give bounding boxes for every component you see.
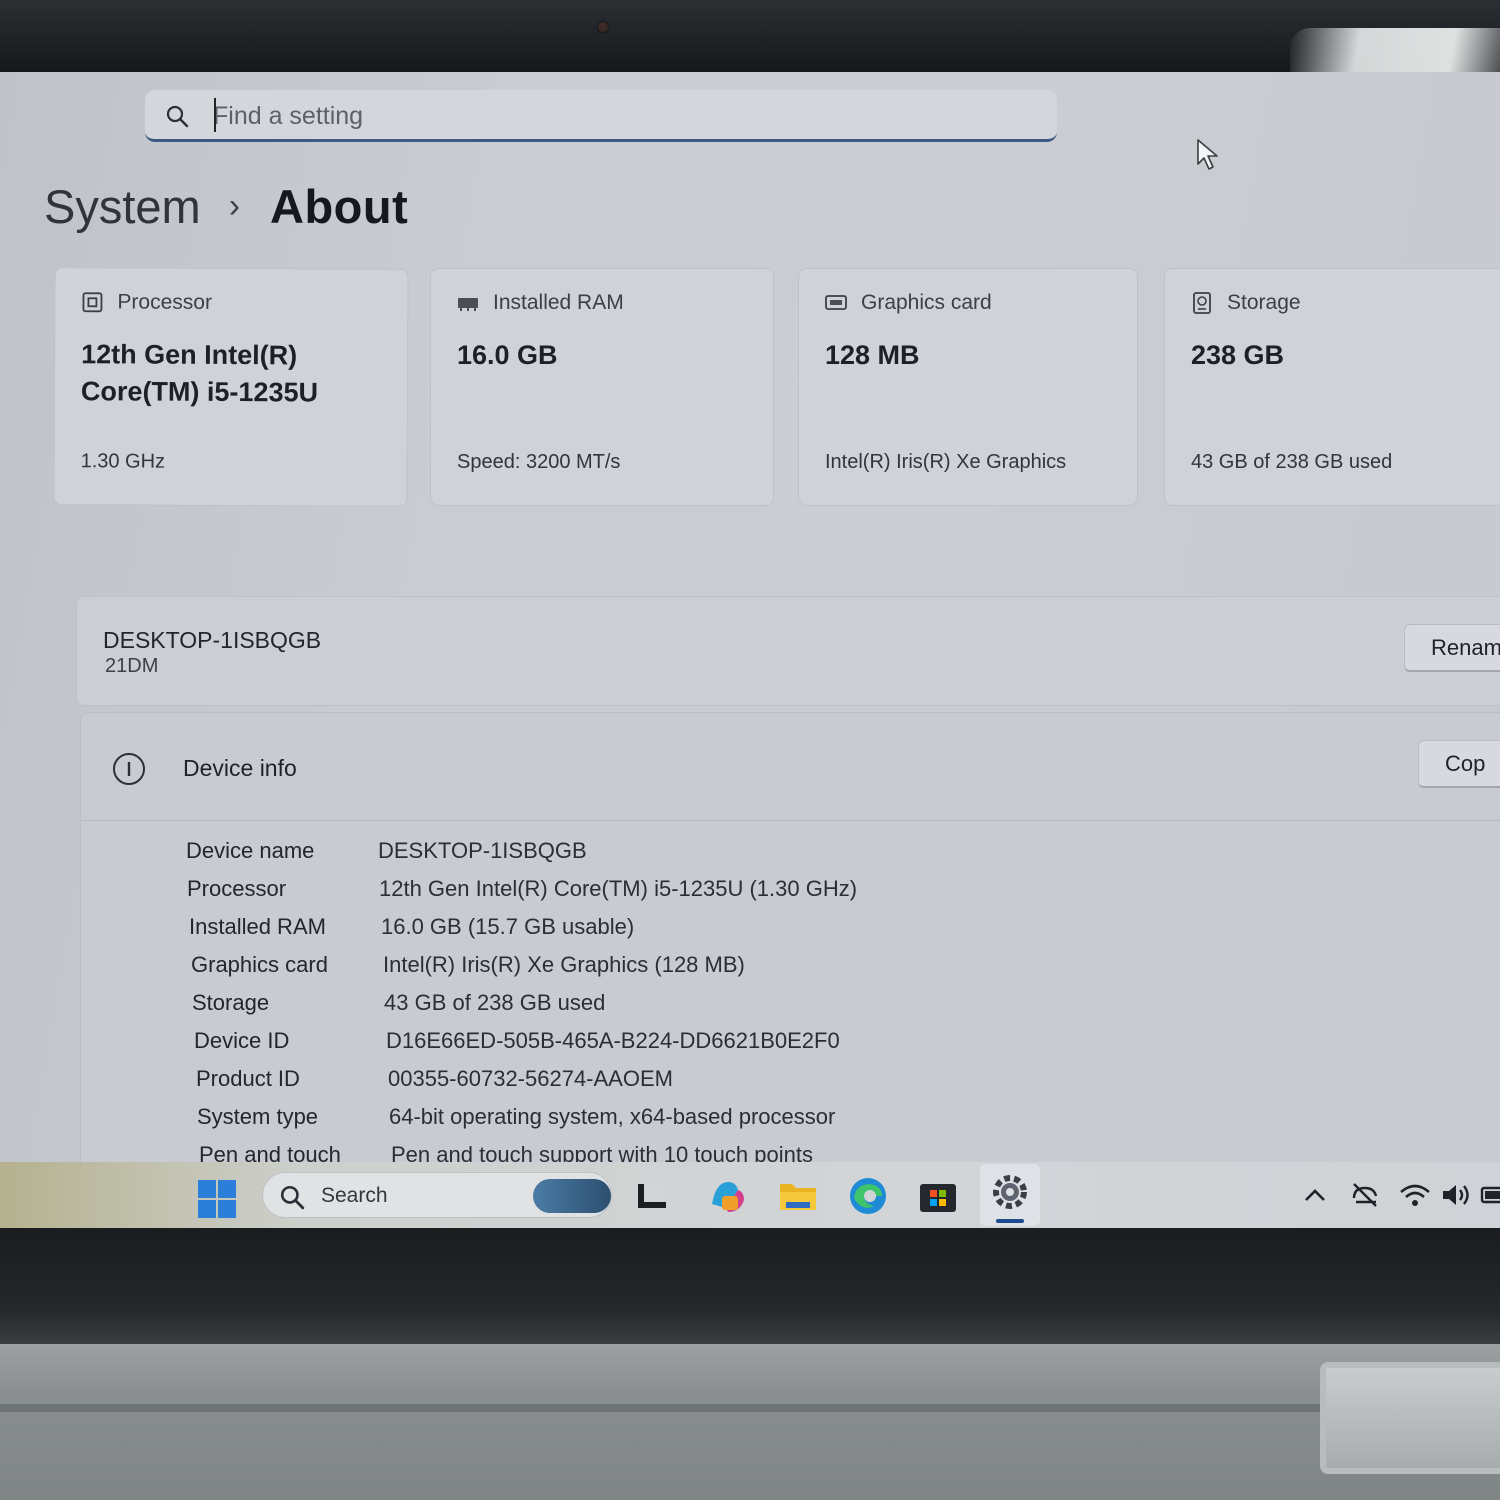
graphics-card-icon: [825, 295, 847, 310]
search-icon: [280, 1185, 305, 1210]
search-icon: [166, 105, 189, 128]
spec-value: 00355-60732-56274-AAOEM: [388, 1066, 673, 1091]
copy-button[interactable]: Cop: [1418, 740, 1500, 788]
graphics-card-card: Graphics card 128 MB Intel(R) Iris(R) Xe…: [798, 268, 1138, 506]
file-explorer-icon[interactable]: [776, 1174, 820, 1218]
webcam: [598, 22, 608, 32]
store-icon[interactable]: [916, 1174, 960, 1218]
laptop-hinge: [1320, 1362, 1500, 1474]
ram-speed: Speed: 3200 MT/s: [457, 451, 621, 473]
spec-label: System type: [197, 1104, 319, 1129]
screen-glare: [1290, 28, 1500, 72]
ram-icon: [458, 298, 478, 311]
device-name-section: DESKTOP-1ISBQGB 21DM: [76, 596, 1500, 706]
device-info-title: Device info: [183, 755, 297, 781]
rename-button[interactable]: Renam: [1404, 624, 1500, 672]
device-name: DESKTOP-1ISBQGB: [103, 627, 322, 653]
task-view-icon[interactable]: [630, 1174, 674, 1218]
graphics-value: 128 MB: [825, 340, 920, 370]
card-title: Installed RAM: [493, 291, 624, 314]
mouse-pointer-icon: [1197, 139, 1218, 170]
ram-value: 16.0 GB: [457, 340, 558, 370]
card-title: Graphics card: [861, 291, 992, 314]
spec-label: Installed RAM: [189, 914, 326, 939]
settings-icon: [993, 1175, 1027, 1209]
spec-value: Pen and touch support with 10 touch poin…: [391, 1142, 813, 1162]
spec-label: Product ID: [196, 1066, 300, 1091]
spec-value: 16.0 GB (15.7 GB usable): [381, 914, 635, 939]
spec-label: Storage: [192, 990, 270, 1015]
chevron-up-icon[interactable]: [1298, 1180, 1332, 1210]
taskbar: Search: [0, 1162, 1500, 1228]
search-box[interactable]: [145, 90, 1057, 142]
windows-start-icon[interactable]: [198, 1180, 236, 1218]
settings-app-active[interactable]: [980, 1164, 1040, 1226]
wifi-icon[interactable]: [1398, 1180, 1432, 1210]
search-input[interactable]: [213, 98, 1013, 134]
breadcrumb-system[interactable]: System: [44, 179, 201, 234]
info-icon: [113, 753, 145, 785]
breadcrumb-separator: ›: [228, 186, 241, 225]
battery-icon[interactable]: [1480, 1180, 1500, 1210]
processor-icon: [82, 292, 103, 313]
edge-icon[interactable]: [846, 1174, 890, 1218]
spec-value: 12th Gen Intel(R) Core(TM) i5-1235U (1.3…: [379, 876, 858, 901]
device-model: 21DM: [105, 655, 159, 677]
active-indicator: [996, 1219, 1024, 1223]
card-title: Processor: [117, 290, 213, 314]
card-title: Storage: [1227, 291, 1301, 314]
spec-label: Pen and touch: [199, 1142, 341, 1162]
processor-value: 12th Gen Intel(R) Core(TM) i5-1235U: [80, 339, 319, 408]
spec-label: Processor: [187, 876, 287, 901]
ram-card: Installed RAM 16.0 GB Speed: 3200 MT/s: [430, 268, 774, 506]
spec-value: D16E66ED-505B-465A-B224-DD6621B0E2F0: [386, 1028, 840, 1053]
volume-icon[interactable]: [1440, 1180, 1474, 1210]
spec-label: Device ID: [194, 1028, 290, 1053]
copilot-icon[interactable]: [706, 1174, 750, 1218]
processor-card: Processor 12th Gen Intel(R) Core(TM) i5-…: [53, 267, 409, 507]
laptop-top-bezel: [0, 0, 1500, 72]
sync-off-icon[interactable]: [1348, 1180, 1382, 1210]
spec-value: Intel(R) Iris(R) Xe Graphics (128 MB): [383, 952, 745, 977]
device-info-header[interactable]: Device info: [81, 713, 1500, 821]
spec-label: Device name: [186, 838, 315, 863]
processor-speed: 1.30 GHz: [80, 450, 166, 473]
taskbar-search-label: Search: [321, 1184, 388, 1207]
storage-value: 238 GB: [1191, 340, 1285, 370]
text-caret: [214, 98, 216, 132]
laptop-chassis: [0, 1344, 1500, 1500]
breadcrumb: System › About: [44, 176, 408, 236]
storage-icon: [1193, 292, 1211, 314]
spec-value: 43 GB of 238 GB used: [384, 990, 606, 1015]
taskbar-search[interactable]: Search: [262, 1172, 612, 1218]
page-title: About: [270, 179, 409, 233]
laptop-bottom-bezel: [0, 1228, 1500, 1344]
graphics-name: Intel(R) Iris(R) Xe Graphics: [825, 451, 1067, 473]
storage-card: Storage 238 GB 43 GB of 238 GB used: [1164, 268, 1500, 506]
spec-value: DESKTOP-1ISBQGB: [378, 838, 587, 863]
spec-value: 64-bit operating system, x64-based proce…: [389, 1104, 836, 1129]
storage-usage: 43 GB of 238 GB used: [1191, 451, 1393, 473]
settings-window: System › About Processor 12th Gen Intel(…: [0, 72, 1500, 1162]
spec-label: Graphics card: [191, 952, 328, 977]
search-highlight-icon: [533, 1179, 611, 1213]
